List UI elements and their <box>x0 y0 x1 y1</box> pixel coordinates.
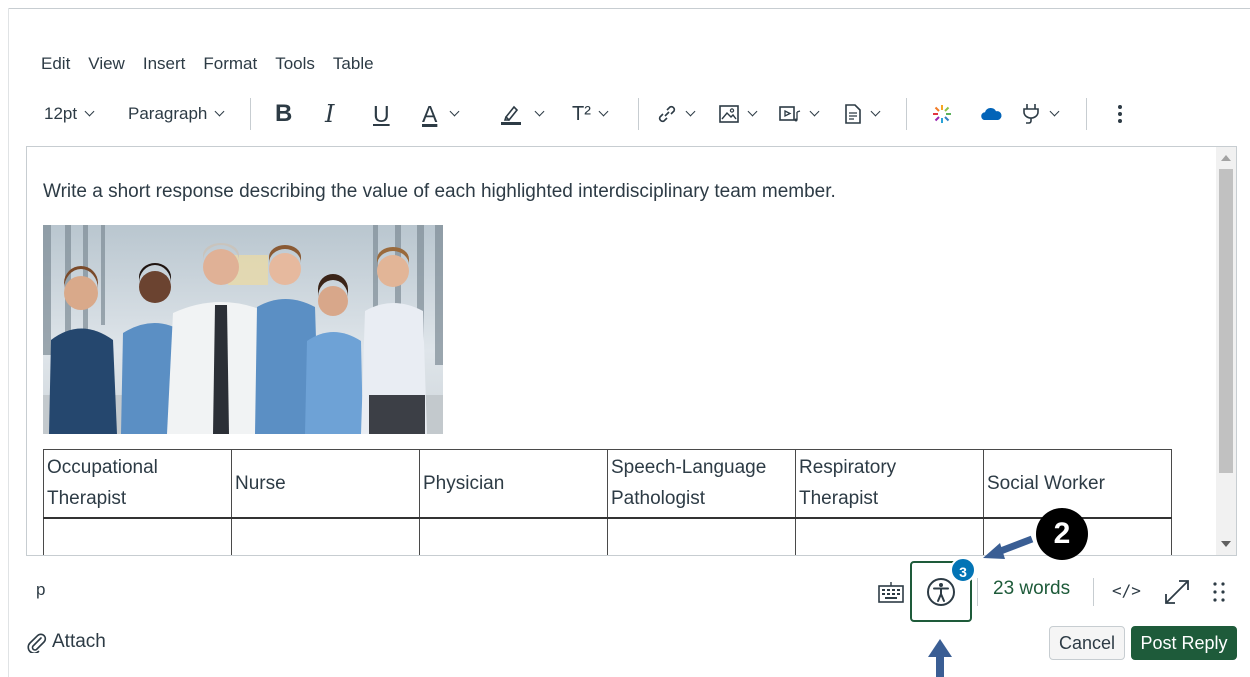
chevron-down-icon <box>84 106 95 117</box>
table-row <box>43 517 1172 555</box>
editor-toolbar: 12pt Paragraph B I U A T² <box>34 96 1144 132</box>
accessibility-issue-count-badge: 3 <box>950 557 976 583</box>
arrow-to-accessibility-button <box>928 639 952 677</box>
toolbar-separator <box>250 98 251 130</box>
image-icon <box>719 105 739 123</box>
bold-icon: B <box>275 100 293 127</box>
menu-edit[interactable]: Edit <box>32 52 79 76</box>
table-cell[interactable]: Social Worker <box>983 449 1172 519</box>
text-color-button[interactable]: A <box>422 96 460 132</box>
paperclip-icon <box>27 633 47 653</box>
media-button[interactable] <box>778 96 820 132</box>
underline-icon: U <box>373 101 390 127</box>
bold-button[interactable]: B <box>275 96 292 132</box>
more-options-button[interactable] <box>1116 96 1124 132</box>
superscript-button[interactable]: T² <box>572 96 609 132</box>
chevron-down-icon <box>1049 106 1060 117</box>
apps-button[interactable] <box>931 96 953 132</box>
step-number-badge: 2 <box>1036 508 1088 560</box>
document-button[interactable] <box>843 96 881 132</box>
italic-icon: I <box>325 100 335 128</box>
menu-tools[interactable]: Tools <box>266 52 324 76</box>
apps-icon <box>933 105 951 123</box>
chevron-down-icon <box>870 106 881 117</box>
table-cell[interactable]: Physician <box>419 449 608 519</box>
table-cell[interactable]: Speech-Language Pathologist <box>607 449 796 519</box>
chevron-down-icon <box>214 106 225 117</box>
prompt-text: Write a short response describing the va… <box>43 181 836 202</box>
text-color-icon: A <box>422 101 438 127</box>
table-cell[interactable]: Respiratory Therapist <box>795 449 984 519</box>
image-button[interactable] <box>718 96 758 132</box>
statusbar-separator <box>1093 578 1094 606</box>
chevron-down-icon <box>449 106 460 117</box>
chevron-down-icon <box>534 106 545 117</box>
rich-text-editor[interactable]: Write a short response describing the va… <box>26 146 1237 556</box>
chevron-down-icon <box>747 106 758 117</box>
highlight-icon <box>501 105 521 125</box>
team-photo <box>43 225 443 434</box>
toolbar-separator <box>906 98 907 130</box>
table-cell[interactable] <box>419 517 608 555</box>
onedrive-icon <box>981 108 1002 120</box>
attach-label: Attach <box>52 631 106 652</box>
font-size-value: 12pt <box>44 104 78 123</box>
link-button[interactable] <box>656 96 696 132</box>
table-cell[interactable] <box>43 517 232 555</box>
html-editor-toggle[interactable]: </> <box>1112 581 1141 600</box>
word-count[interactable]: 23 words <box>993 578 1070 600</box>
element-path[interactable]: p <box>36 580 45 600</box>
onedrive-button[interactable] <box>979 96 1003 132</box>
menu-format[interactable]: Format <box>194 52 266 76</box>
menu-view[interactable]: View <box>79 52 134 76</box>
resize-grip-icon[interactable] <box>1212 580 1226 604</box>
cancel-button[interactable]: Cancel <box>1049 626 1125 660</box>
link-icon <box>658 105 676 123</box>
superscript-icon: T² <box>572 103 591 125</box>
statusbar-separator <box>977 578 978 606</box>
top-divider <box>8 8 1250 9</box>
font-size-select[interactable]: 12pt <box>44 96 95 132</box>
editor-scrollbar[interactable] <box>1216 147 1236 555</box>
highlight-color-button[interactable] <box>500 96 545 132</box>
toolbar-separator <box>638 98 639 130</box>
left-divider <box>8 8 9 677</box>
more-icon <box>1118 105 1122 123</box>
scroll-thumb[interactable] <box>1219 169 1233 473</box>
scroll-up-icon[interactable] <box>1221 155 1231 161</box>
media-icon <box>779 106 801 122</box>
table-cell[interactable] <box>231 517 420 555</box>
accessibility-checker-icon[interactable] <box>925 576 957 608</box>
document-icon <box>845 104 861 124</box>
editor-menubar: Edit View Insert Format Tools Table <box>32 52 383 76</box>
table-cell[interactable]: Occupational Therapist <box>43 449 232 519</box>
fullscreen-icon[interactable] <box>1162 577 1192 607</box>
underline-button[interactable]: U <box>373 96 390 132</box>
plugin-icon <box>1023 104 1039 124</box>
scroll-down-icon[interactable] <box>1221 541 1231 547</box>
menu-table[interactable]: Table <box>324 52 383 76</box>
keyboard-shortcuts-icon[interactable] <box>877 580 905 604</box>
italic-button[interactable]: I <box>325 96 334 132</box>
post-reply-button[interactable]: Post Reply <box>1131 626 1237 660</box>
toolbar-separator <box>1086 98 1087 130</box>
chevron-down-icon <box>685 106 696 117</box>
block-format-select[interactable]: Paragraph <box>128 96 225 132</box>
plugin-button[interactable] <box>1020 96 1060 132</box>
block-format-value: Paragraph <box>128 104 208 123</box>
attach-button[interactable]: Attach <box>26 628 106 656</box>
chevron-down-icon <box>809 106 820 117</box>
table-cell[interactable] <box>607 517 796 555</box>
chevron-down-icon <box>598 106 609 117</box>
table-header-row: Occupational Therapist Nurse Physician S… <box>43 449 1172 519</box>
table-cell[interactable]: Nurse <box>231 449 420 519</box>
table-cell[interactable] <box>795 517 984 555</box>
team-roles-table[interactable]: Occupational Therapist Nurse Physician S… <box>43 449 1172 555</box>
menu-insert[interactable]: Insert <box>134 52 195 76</box>
